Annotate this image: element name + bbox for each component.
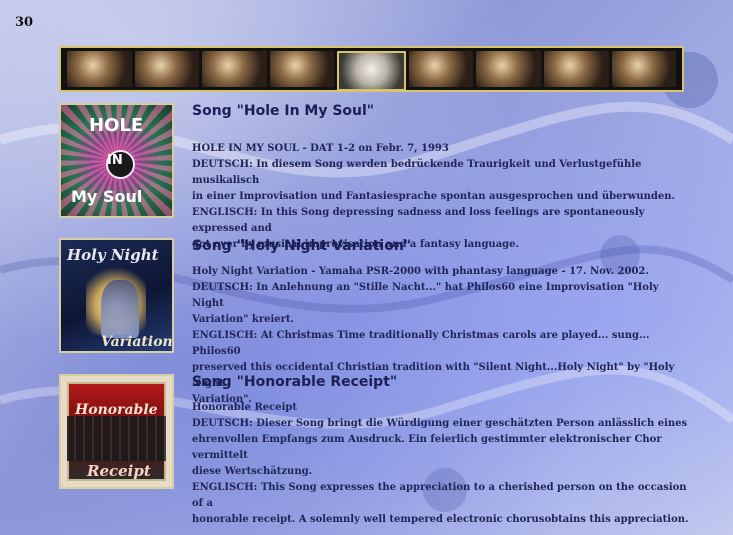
- film-frame: [611, 51, 677, 87]
- film-frame-center-portrait: [337, 51, 406, 91]
- song-line: honorable receipt. A solemnly well tempe…: [192, 514, 689, 525]
- film-frame: [67, 51, 132, 87]
- song-line: ehrenvollen Empfangs zum Ausdruck. Ein f…: [192, 434, 662, 461]
- photo-film-strip: [59, 46, 684, 92]
- song-line: Honorable Receipt: [192, 402, 297, 413]
- song-title[interactable]: Song "Holy Night Variation": [192, 238, 692, 254]
- cover-text: Honorable: [75, 402, 158, 418]
- film-frame: [202, 51, 267, 87]
- album-cover-holy-night-variation[interactable]: Holy Night Variation: [59, 238, 174, 353]
- cover-text: Holy Night: [67, 246, 159, 264]
- album-cover-hole-in-my-soul[interactable]: HOLE IN My Soul: [59, 103, 174, 218]
- film-frame: [543, 51, 609, 87]
- cover-text: Receipt: [87, 462, 151, 480]
- film-frame: [476, 51, 541, 87]
- song-line: diese Wertschätzung.: [192, 466, 313, 477]
- cover-text: IN: [107, 153, 123, 168]
- song-line: DEUTSCH: Dieser Song bringt die Würdigun…: [192, 418, 688, 429]
- film-frame: [134, 51, 200, 87]
- song-line: ENGLISCH: In this Song depressing sadnes…: [192, 207, 645, 234]
- song-line: HOLE IN MY SOUL - DAT 1-2 on Febr. 7, 19…: [192, 143, 449, 154]
- song-line: in einer Improvisation und Fantasiesprac…: [192, 191, 675, 202]
- song-title[interactable]: Song "Honorable Receipt": [192, 374, 692, 390]
- film-frame: [269, 51, 335, 87]
- cover-text: Variation: [101, 334, 173, 350]
- song-line: ENGLISCH: At Christmas Time traditionall…: [192, 330, 650, 357]
- song-line: Holy Night Variation - Yamaha PSR-2000 w…: [192, 266, 649, 277]
- song-line: DEUTSCH: In Anlehnung an "Stille Nacht..…: [192, 282, 659, 309]
- song-text-block: Song "Honorable Receipt" Honorable Recei…: [192, 374, 692, 528]
- cover-text: HOLE: [89, 115, 144, 136]
- cover-text: My Soul: [71, 187, 143, 206]
- song-line: ENGLISCH: This Song expresses the apprec…: [192, 482, 687, 509]
- song-title[interactable]: Song "Hole In My Soul": [192, 103, 692, 119]
- song-text-block: Song "Hole In My Soul" HOLE IN MY SOUL -…: [192, 103, 692, 253]
- page-number: 30: [15, 15, 34, 30]
- song-line: Variation" kreiert.: [192, 314, 295, 325]
- album-cover-honorable-receipt[interactable]: Honorable Receipt: [59, 374, 174, 489]
- film-frame: [408, 51, 474, 87]
- song-line: DEUTSCH: In diesem Song werden bedrücken…: [192, 159, 642, 186]
